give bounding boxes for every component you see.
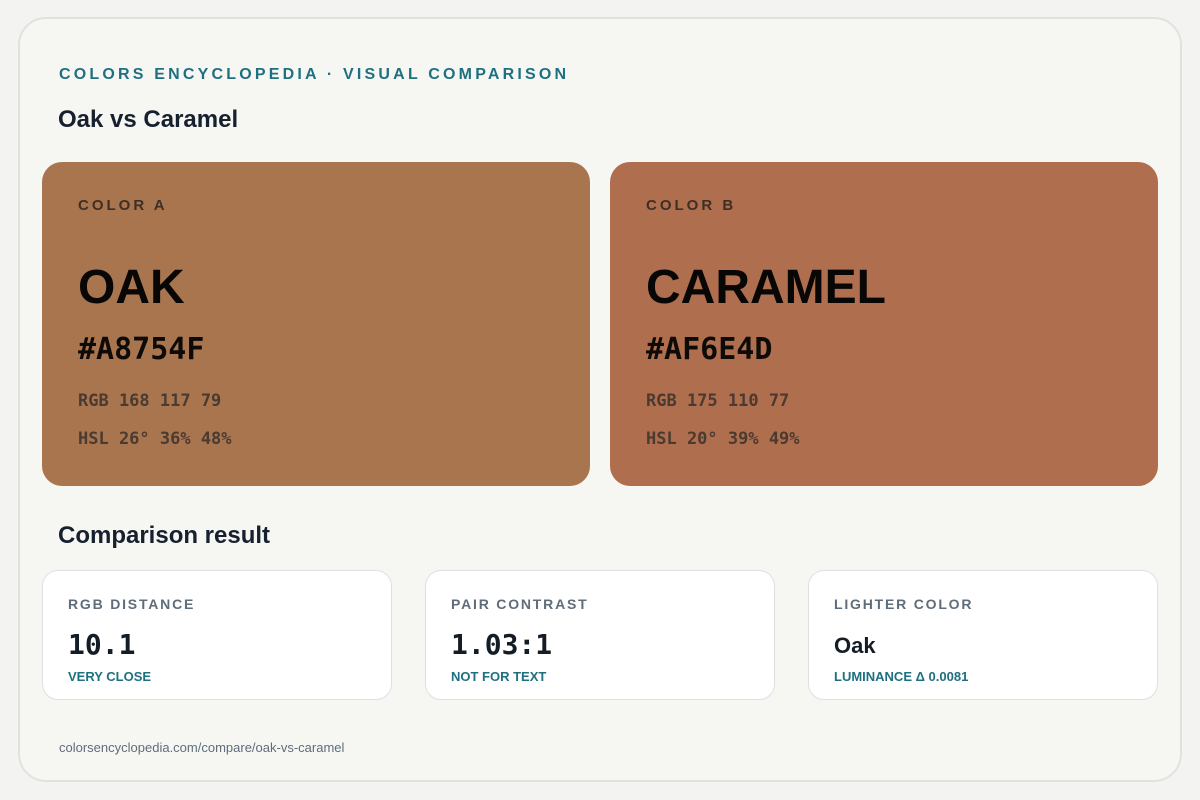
page-title: Oak vs Caramel xyxy=(58,106,239,133)
color-a-hex: #A8754F xyxy=(78,332,205,367)
color-a-swatch: COLOR A OAK #A8754F RGB 168 117 79 HSL 2… xyxy=(42,162,590,486)
color-b-name: CARAMEL xyxy=(646,261,886,314)
color-a-name: OAK xyxy=(78,261,185,314)
lighter-color-card: LIGHTER COLOR Oak LUMINANCE Δ 0.0081 xyxy=(808,570,1158,700)
card-note: NOT FOR TEXT xyxy=(451,669,547,684)
color-b-hsl: HSL 20° 39% 49% xyxy=(646,429,800,449)
rgb-distance-card: RGB DISTANCE 10.1 VERY CLOSE xyxy=(42,570,392,700)
card-note: VERY CLOSE xyxy=(68,669,152,684)
card-label: RGB DISTANCE xyxy=(68,596,196,612)
color-b-swatch: COLOR B CARAMEL #AF6E4D RGB 175 110 77 H… xyxy=(610,162,1158,486)
color-a-rgb: RGB 168 117 79 xyxy=(78,391,222,411)
comparison-title: Comparison result xyxy=(58,522,271,549)
card-label: LIGHTER COLOR xyxy=(834,596,974,612)
site-eyebrow: COLORS ENCYCLOPEDIA · VISUAL COMPARISON xyxy=(59,66,570,83)
page-url: colorsencyclopedia.com/compare/oak-vs-ca… xyxy=(59,740,345,755)
card-value: 1.03:1 xyxy=(451,628,553,661)
card-note: LUMINANCE Δ 0.0081 xyxy=(834,669,969,684)
color-a-hsl: HSL 26° 36% 48% xyxy=(78,429,232,449)
pair-contrast-card: PAIR CONTRAST 1.03:1 NOT FOR TEXT xyxy=(425,570,775,700)
card-label: PAIR CONTRAST xyxy=(451,596,589,612)
color-b-hex: #AF6E4D xyxy=(646,332,773,367)
color-b-tag: COLOR B xyxy=(646,197,737,214)
color-b-rgb: RGB 175 110 77 xyxy=(646,391,790,411)
color-a-tag: COLOR A xyxy=(78,197,168,214)
card-value: Oak xyxy=(834,633,876,658)
card-value: 10.1 xyxy=(68,628,136,661)
